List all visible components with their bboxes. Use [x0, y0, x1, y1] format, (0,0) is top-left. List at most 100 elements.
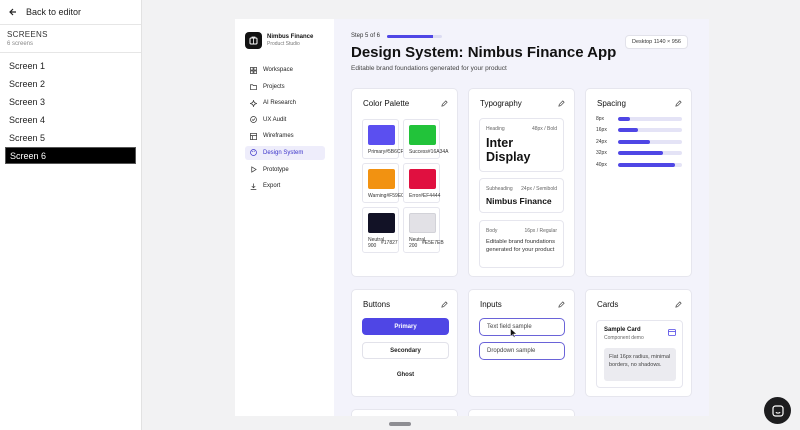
- screen-item-2[interactable]: Screen 2: [5, 75, 136, 92]
- nav-label: Wireframes: [263, 133, 294, 140]
- heading-meta: 48px / Bold: [531, 126, 557, 132]
- swatch-label: Neutral 200: [409, 237, 426, 249]
- page-subtitle: Editable brand foundations generated for…: [351, 65, 507, 72]
- typography-card: Typography Heading 48px / Bold Inter Dis…: [468, 88, 575, 277]
- grid-icon: [250, 66, 257, 74]
- swatch-warning[interactable]: Warning#F59E0B: [362, 163, 407, 203]
- screen-item-5[interactable]: Screen 5: [5, 129, 136, 146]
- subheading-label: Subheading: [486, 186, 513, 192]
- editor-sidebar: Back to editor SCREENS 6 screens Screen …: [0, 0, 142, 430]
- heading-label: Heading: [486, 126, 505, 132]
- swatch-neutral-200[interactable]: Neutral 200 #E5E7EB: [403, 207, 444, 253]
- screens-count: 6 screens: [7, 41, 34, 47]
- screen-item-3[interactable]: Screen 3: [5, 93, 136, 110]
- palette-icon: [250, 149, 257, 157]
- brand-logo-icon: [245, 32, 262, 49]
- step-indicator: Step 5 of 6: [351, 33, 443, 39]
- sample-card-body: Flat 16px radius, minimal borders, no sh…: [604, 348, 676, 381]
- nav-item-ai-research[interactable]: AI Research: [245, 96, 325, 110]
- dropdown-sample[interactable]: Dropdown sample: [479, 342, 565, 360]
- spacing-card: Spacing 8px 16px 24px 32px 40px: [585, 88, 692, 277]
- screen-item-1[interactable]: Screen 1: [5, 57, 136, 74]
- nav-label: Workspace: [263, 67, 293, 73]
- folder-icon: [250, 84, 257, 91]
- nav-label: Design System: [263, 149, 304, 156]
- nav-item-prototype[interactable]: Prototype: [245, 163, 325, 177]
- screens-header: SCREENS 6 screens: [0, 25, 141, 53]
- pencil-icon[interactable]: [675, 100, 682, 107]
- preview-frame: Nimbus Finance Product Studio Workspace …: [235, 19, 709, 416]
- pencil-icon[interactable]: [558, 100, 565, 107]
- swatch-color: [368, 125, 395, 145]
- next-card-peek: [351, 409, 458, 416]
- nav-label: Export: [263, 183, 281, 190]
- back-to-editor-button[interactable]: Back to editor: [0, 0, 141, 25]
- swatch-label: Primary#5B6CFF: [368, 149, 407, 155]
- heading-sample: Heading 48px / Bold Inter Display: [479, 118, 564, 172]
- secondary-button[interactable]: Secondary: [362, 342, 449, 359]
- ghost-button[interactable]: Ghost: [362, 366, 449, 383]
- body-sample: Body 16px / Regular Editable brand found…: [479, 220, 564, 268]
- nav-item-projects[interactable]: Projects: [245, 80, 325, 94]
- spacing-label: 16px: [596, 127, 607, 133]
- spacing-label: 24px: [596, 139, 607, 145]
- swatch-color: [409, 169, 436, 189]
- page-title: Design System: Nimbus Finance App: [351, 44, 617, 61]
- layout-icon: [250, 132, 257, 140]
- screen-item-6[interactable]: Screen 6: [5, 147, 136, 164]
- body-label: Body: [486, 228, 498, 234]
- spacing-row-16: 16px: [596, 127, 682, 133]
- spacing-row-32: 32px: [596, 150, 682, 156]
- text-field-sample[interactable]: Text field sample: [479, 318, 565, 336]
- cards-card: Cards Sample Card Component demo Flat 16…: [585, 289, 692, 397]
- spacing-label: 32px: [596, 150, 607, 156]
- heading-text: Inter Display: [486, 136, 531, 164]
- nav-item-export[interactable]: Export: [245, 179, 325, 193]
- sample-card: Sample Card Component demo Flat 16px rad…: [596, 320, 683, 388]
- spacing-track: [618, 128, 682, 132]
- spacing-track: [618, 117, 682, 121]
- spacing-track: [618, 163, 682, 167]
- pencil-icon[interactable]: [558, 301, 565, 308]
- viewport-badge[interactable]: Desktop 1140 × 956: [625, 35, 688, 49]
- spacing-row-24: 24px: [596, 139, 682, 145]
- step-progress-bar: [387, 34, 443, 38]
- nav-item-wireframes[interactable]: Wireframes: [245, 129, 325, 143]
- swatch-success[interactable]: Success#16A34A: [403, 119, 448, 159]
- swatch-label: Neutral 900: [368, 237, 385, 249]
- brand-sub: Product Studio: [267, 41, 300, 47]
- pencil-icon[interactable]: [441, 301, 448, 308]
- screen-item-4[interactable]: Screen 4: [5, 111, 136, 128]
- spacing-fill: [618, 140, 650, 144]
- swatch-primary[interactable]: Primary#5B6CFF: [362, 119, 407, 159]
- pencil-icon[interactable]: [441, 100, 448, 107]
- swatch-label: Error#EF4444: [409, 193, 441, 199]
- back-label: Back to editor: [26, 7, 82, 17]
- color-palette-card: Color Palette Primary#5B6CFF Success#16A…: [351, 88, 458, 277]
- screen-list: Screen 1 Screen 2 Screen 3 Screen 4 Scre…: [0, 53, 141, 169]
- brand-name: Nimbus Finance: [267, 34, 314, 40]
- chat-button[interactable]: [764, 397, 791, 424]
- swatch-neutral-900[interactable]: Neutral 900 #17827: [362, 207, 399, 253]
- mouse-cursor-icon: [510, 328, 517, 338]
- spacing-row-40: 40px: [596, 162, 682, 168]
- card-title: Spacing: [597, 99, 626, 108]
- nav-label: AI Research: [263, 100, 297, 107]
- app-sidebar: Nimbus Finance Product Studio Workspace …: [235, 19, 334, 416]
- pencil-icon[interactable]: [675, 301, 682, 308]
- nav-item-ux-audit[interactable]: UX Audit: [245, 113, 325, 127]
- brand: Nimbus Finance Product Studio: [245, 32, 313, 49]
- inputs-card: Inputs Text field sample Dropdown sample: [468, 289, 575, 397]
- spacing-fill: [618, 117, 631, 121]
- card-title: Color Palette: [363, 99, 410, 108]
- resize-handle[interactable]: [389, 422, 411, 426]
- swatch-hex: #E5E7EB: [422, 240, 444, 246]
- primary-button[interactable]: Primary: [362, 318, 449, 335]
- card-title: Inputs: [480, 300, 502, 309]
- buttons-card: Buttons Primary Secondary Ghost: [351, 289, 458, 397]
- swatch-error[interactable]: Error#EF4444: [403, 163, 440, 203]
- nav-item-design-system[interactable]: Design System: [245, 145, 325, 160]
- subheading-text: Nimbus Finance: [486, 196, 552, 206]
- swatch-hex: #17827: [381, 240, 398, 246]
- nav-item-workspace[interactable]: Workspace: [245, 63, 325, 77]
